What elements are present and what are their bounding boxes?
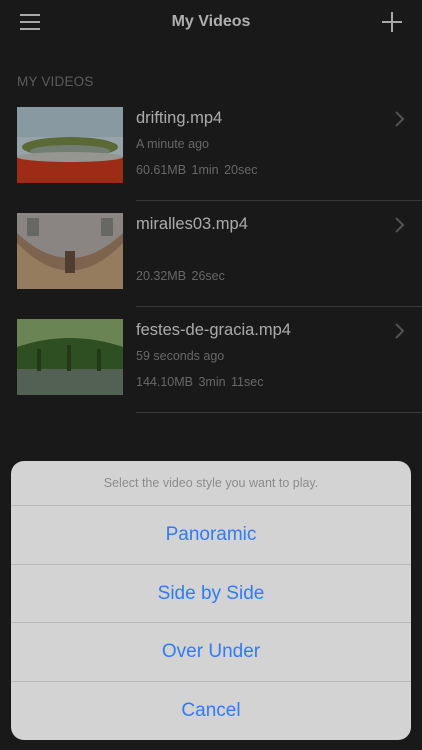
panoramic-button[interactable]: Panoramic xyxy=(11,506,411,565)
action-sheet: Select the video style you want to play.… xyxy=(11,461,411,740)
side-by-side-button[interactable]: Side by Side xyxy=(11,565,411,623)
screen: My Videos MY VIDEOS drifting.mp4 A minut… xyxy=(0,0,422,750)
over-under-button[interactable]: Over Under xyxy=(11,623,411,682)
cancel-button[interactable]: Cancel xyxy=(11,682,411,740)
action-sheet-message: Select the video style you want to play. xyxy=(11,461,411,506)
